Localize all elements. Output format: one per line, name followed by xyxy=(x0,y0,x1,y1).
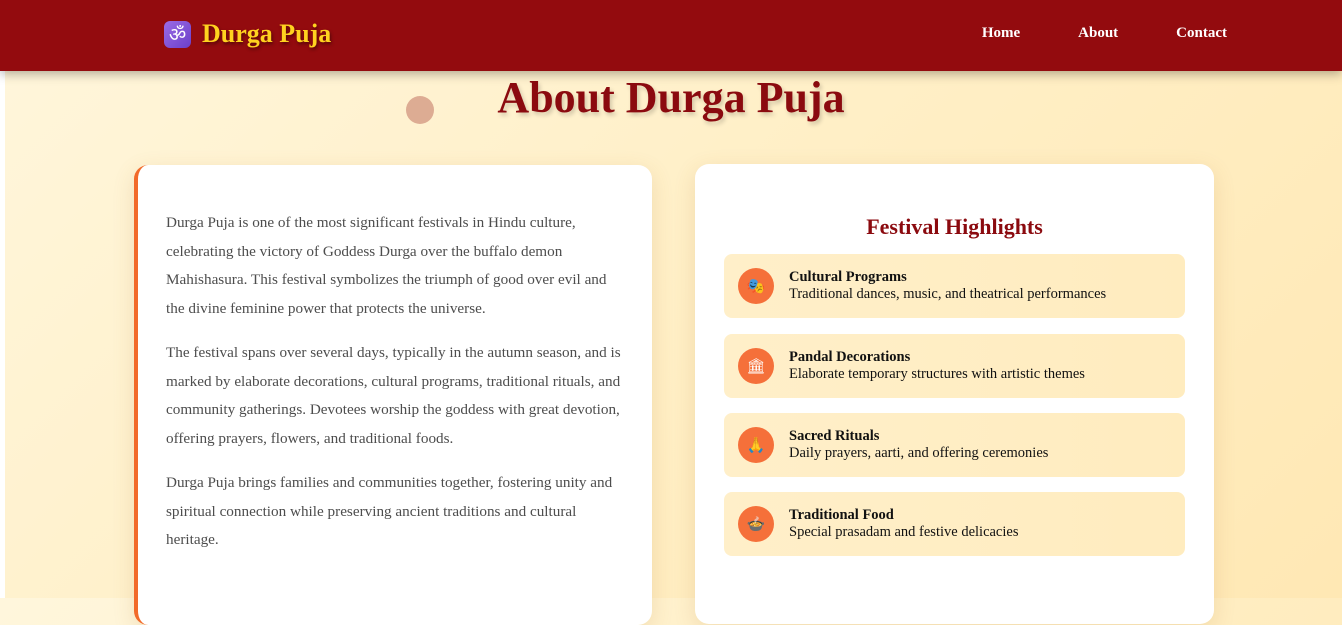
about-paragraph-1: Durga Puja is one of the most significan… xyxy=(166,214,607,317)
nav-contact-link[interactable]: Contact xyxy=(1176,25,1227,42)
about-description-card: Durga Puja is one of the most significan… xyxy=(134,165,652,625)
highlight-name: Cultural Programs xyxy=(789,269,907,285)
highlight-description: Elaborate temporary structures with arti… xyxy=(789,366,1085,382)
prayer-icon: 🙏 xyxy=(738,427,774,463)
highlight-description: Daily prayers, aarti, and offering cerem… xyxy=(789,445,1049,461)
highlight-name: Sacred Rituals xyxy=(789,428,880,444)
festival-highlights-card: Festival Highlights 🎭 Cultural Programs … xyxy=(695,164,1214,624)
highlight-traditional-food: 🍲 Traditional Food Special prasadam and … xyxy=(724,492,1185,556)
highlight-cultural-programs: 🎭 Cultural Programs Traditional dances, … xyxy=(724,254,1185,318)
highlight-sacred-rituals: 🙏 Sacred Rituals Daily prayers, aarti, a… xyxy=(724,413,1185,477)
highlight-description: Traditional dances, music, and theatrica… xyxy=(789,286,1107,302)
about-paragraph-2: The festival spans over several days, ty… xyxy=(166,344,621,447)
page-title: About Durga Puja xyxy=(497,73,845,122)
main-nav: Home About Contact xyxy=(924,25,1227,42)
highlights-title: Festival Highlights xyxy=(866,214,1043,239)
about-paragraph-3: Durga Puja brings families and communiti… xyxy=(166,474,613,549)
nav-about-link[interactable]: About xyxy=(1078,25,1118,42)
nav-home-link[interactable]: Home xyxy=(982,25,1020,42)
highlight-name: Pandal Decorations xyxy=(789,349,911,365)
theater-masks-icon: 🎭 xyxy=(738,268,774,304)
site-logo[interactable]: ॐ Durga Puja xyxy=(164,19,331,49)
highlight-name: Traditional Food xyxy=(789,507,894,523)
highlight-pandal-decorations: 🏛 Pandal Decorations Elaborate temporary… xyxy=(724,334,1185,398)
om-symbol-icon: ॐ xyxy=(164,20,191,48)
food-bowl-icon: 🍲 xyxy=(738,506,774,542)
highlight-description: Special prasadam and festive delicacies xyxy=(789,524,1019,540)
site-title: Durga Puja xyxy=(202,19,332,48)
left-edge-strip xyxy=(0,71,5,598)
top-navigation-bar: ॐ Durga Puja Home About Contact xyxy=(0,0,1342,71)
temple-icon: 🏛 xyxy=(738,348,774,384)
